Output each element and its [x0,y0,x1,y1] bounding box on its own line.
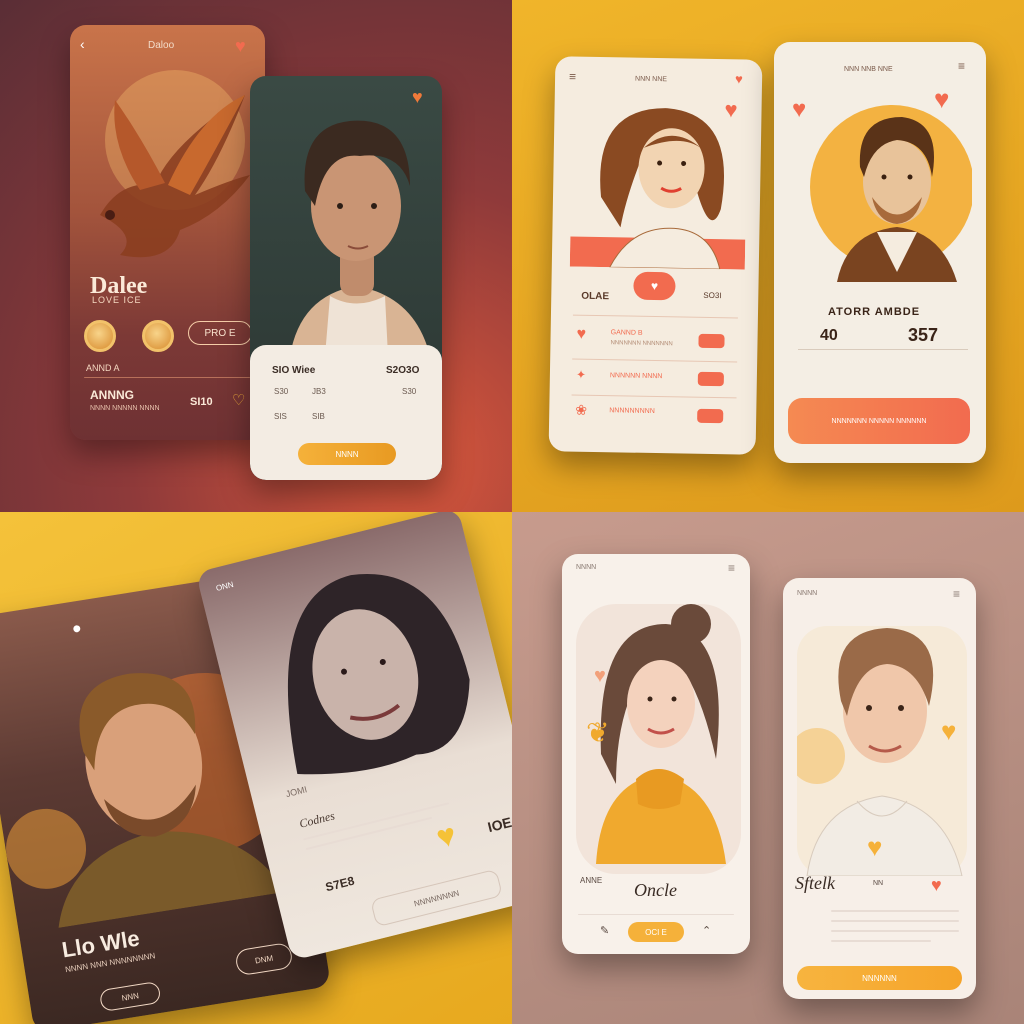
portrait-card[interactable]: ♥ SIO Wiee S2O3O S30 JB3 S30 SIS SIB NNN… [250,76,442,480]
woman-portrait [288,574,470,775]
section-label: Codnes [297,808,337,831]
bird-icon[interactable]: ✦ [576,368,586,382]
heart-outline-icon[interactable]: ♡ [232,393,245,408]
panel-cell: JB3 [312,387,326,396]
menu-icon[interactable]: ≡ [958,60,965,72]
divider [84,377,250,378]
heart-icon[interactable]: ♥ [235,37,246,55]
quadrant-retro-cards: ≡ NNN NNE ♥ ♥ ♥ OLAE SO3I ♥ GANND B NNNN… [512,0,1024,512]
menu-icon[interactable]: ≡ [569,69,576,83]
arrow-icon[interactable]: ⌃ [702,926,711,937]
heart-icon[interactable]: ♥ [931,876,942,894]
panel-cell: SIS [274,412,287,421]
stat-value: S7E8 [323,873,356,895]
profile-name: ATORR AMBDE [828,306,921,318]
leaf-icon: ❦ [586,717,610,748]
panel-title: SIO Wiee [272,365,316,376]
row-title: NNNNNN NNNN [609,372,663,381]
back-arrow-icon[interactable]: ‹ [80,37,85,51]
phoenix-illustration [100,70,250,258]
row-action[interactable] [698,333,725,349]
heart-icon: ♥ [867,832,883,862]
row-action[interactable] [697,371,724,387]
divider [572,314,738,319]
sweater-woman-card[interactable]: NNNN ≡ ♥ ❦ ANNE Oncle ✎ OCI E ⌃ [562,554,750,954]
profile-button[interactable]: PRO E [188,321,252,345]
panel-cell: SIB [312,412,325,421]
signature: Oncle [634,880,677,900]
signature: Sftelk [795,873,835,893]
divider [578,914,734,915]
row-subtitle: NNNNNNN NNNNNNN [610,340,673,348]
quadrant-dark-phoenix: ‹ Daloo ♥ Dalee LOVE ICE PRO E ANND A AN… [0,0,512,512]
woman-illustration [569,108,746,270]
menu-icon[interactable]: ≡ [728,562,735,574]
heart-icon: ♥ [594,665,606,687]
quadrant-soft-cards: NNNN ≡ ♥ ❦ ANNE Oncle ✎ OCI E ⌃ NNNN ≡ ♥… [512,512,1024,1024]
heart-icon: ♥ [941,716,957,746]
cta-button[interactable]: NNNN [298,443,396,465]
pin-icon[interactable]: ● [71,620,83,638]
retro-woman-card[interactable]: ≡ NNN NNE ♥ ♥ ♥ OLAE SO3I ♥ GANND B NNNN… [548,56,763,455]
heart-icon[interactable]: ♥ [934,86,949,112]
primary-button[interactable]: DNM [234,941,294,977]
stat-2: 357 [908,325,939,345]
card-top-title: Daloo [148,40,175,51]
heart-icon: ♥ [792,96,807,123]
row-action[interactable] [697,408,724,424]
divider [798,349,968,350]
card-header: NNNN [576,564,597,571]
stat-value: IOE [486,813,512,836]
section-label: ANND A [86,363,120,373]
card-header: NNN NNE [635,75,668,84]
card-subtitle: LOVE ICE [92,295,142,305]
heart-icon[interactable]: ♥ [735,71,743,86]
panel-cell: S30 [274,387,289,396]
text-line [831,940,931,942]
divider [572,358,738,363]
flower-icon[interactable]: ❀ [575,402,587,418]
avatar-2[interactable] [142,320,174,352]
badge: NN [873,880,884,887]
panel-value: S2O3O [386,365,420,376]
heart-icon[interactable]: ♥ [433,816,460,856]
text-line [831,920,959,922]
cta-button[interactable]: NNNNNNN NNNNN NNNNNN [788,398,970,444]
young-man-card[interactable]: NNNN ≡ ♥ ♥ Sftelk NN ♥ NNNNNN [783,578,976,999]
text-line [831,930,959,932]
quadrant-tilted-cards: ● ≡ Llo Wle NNNN NNN NNNNNNNN NNN DNM ON… [0,512,512,1024]
stat-1: 40 [820,327,838,344]
cta-button[interactable]: NNNNNNNN [370,868,503,928]
heart-icon[interactable]: ♥ [576,326,586,343]
cta-button[interactable]: NNNNNN [797,966,962,990]
heart-pill[interactable]: ♥ [633,271,676,301]
phoenix-card[interactable]: ‹ Daloo ♥ Dalee LOVE ICE PRO E ANND A AN… [70,25,265,440]
row-value: SI10 [190,396,213,408]
card-header: NNN NNB NNE [844,66,893,73]
portrait-illustration [290,120,430,356]
row-title: ANNNG [90,388,134,402]
cta-button[interactable]: OCI E [628,922,684,942]
menu-icon[interactable]: ≡ [953,588,960,600]
retro-man-card[interactable]: NNN NNB NNE ≡ ♥ ♥ ATORR AMBDE 40 357 NNN… [774,42,986,463]
tool-icon[interactable]: ✎ [600,926,609,937]
avatar-1[interactable] [84,320,116,352]
row-subtitle: NNNN NNNNN NNNN [90,405,160,412]
stat-value: SO3I [703,290,722,301]
heart-icon: ♥ [724,97,738,123]
row-title: GANND B [610,329,643,337]
moodboard-grid: ‹ Daloo ♥ Dalee LOVE ICE PRO E ANND A AN… [0,0,1024,1024]
text-line [831,910,959,912]
divider [571,394,737,399]
info-panel: SIO Wiee S2O3O S30 JB3 S30 SIS SIB NNNN [250,345,442,480]
panel-cell: S30 [402,387,417,396]
secondary-button[interactable]: NNN [98,980,162,1013]
card-header: NNNN [797,590,818,597]
stat-label: OLAE [581,290,610,303]
section-label: ANNE [580,876,603,885]
row-title: NNNNNNNNN [609,407,655,416]
